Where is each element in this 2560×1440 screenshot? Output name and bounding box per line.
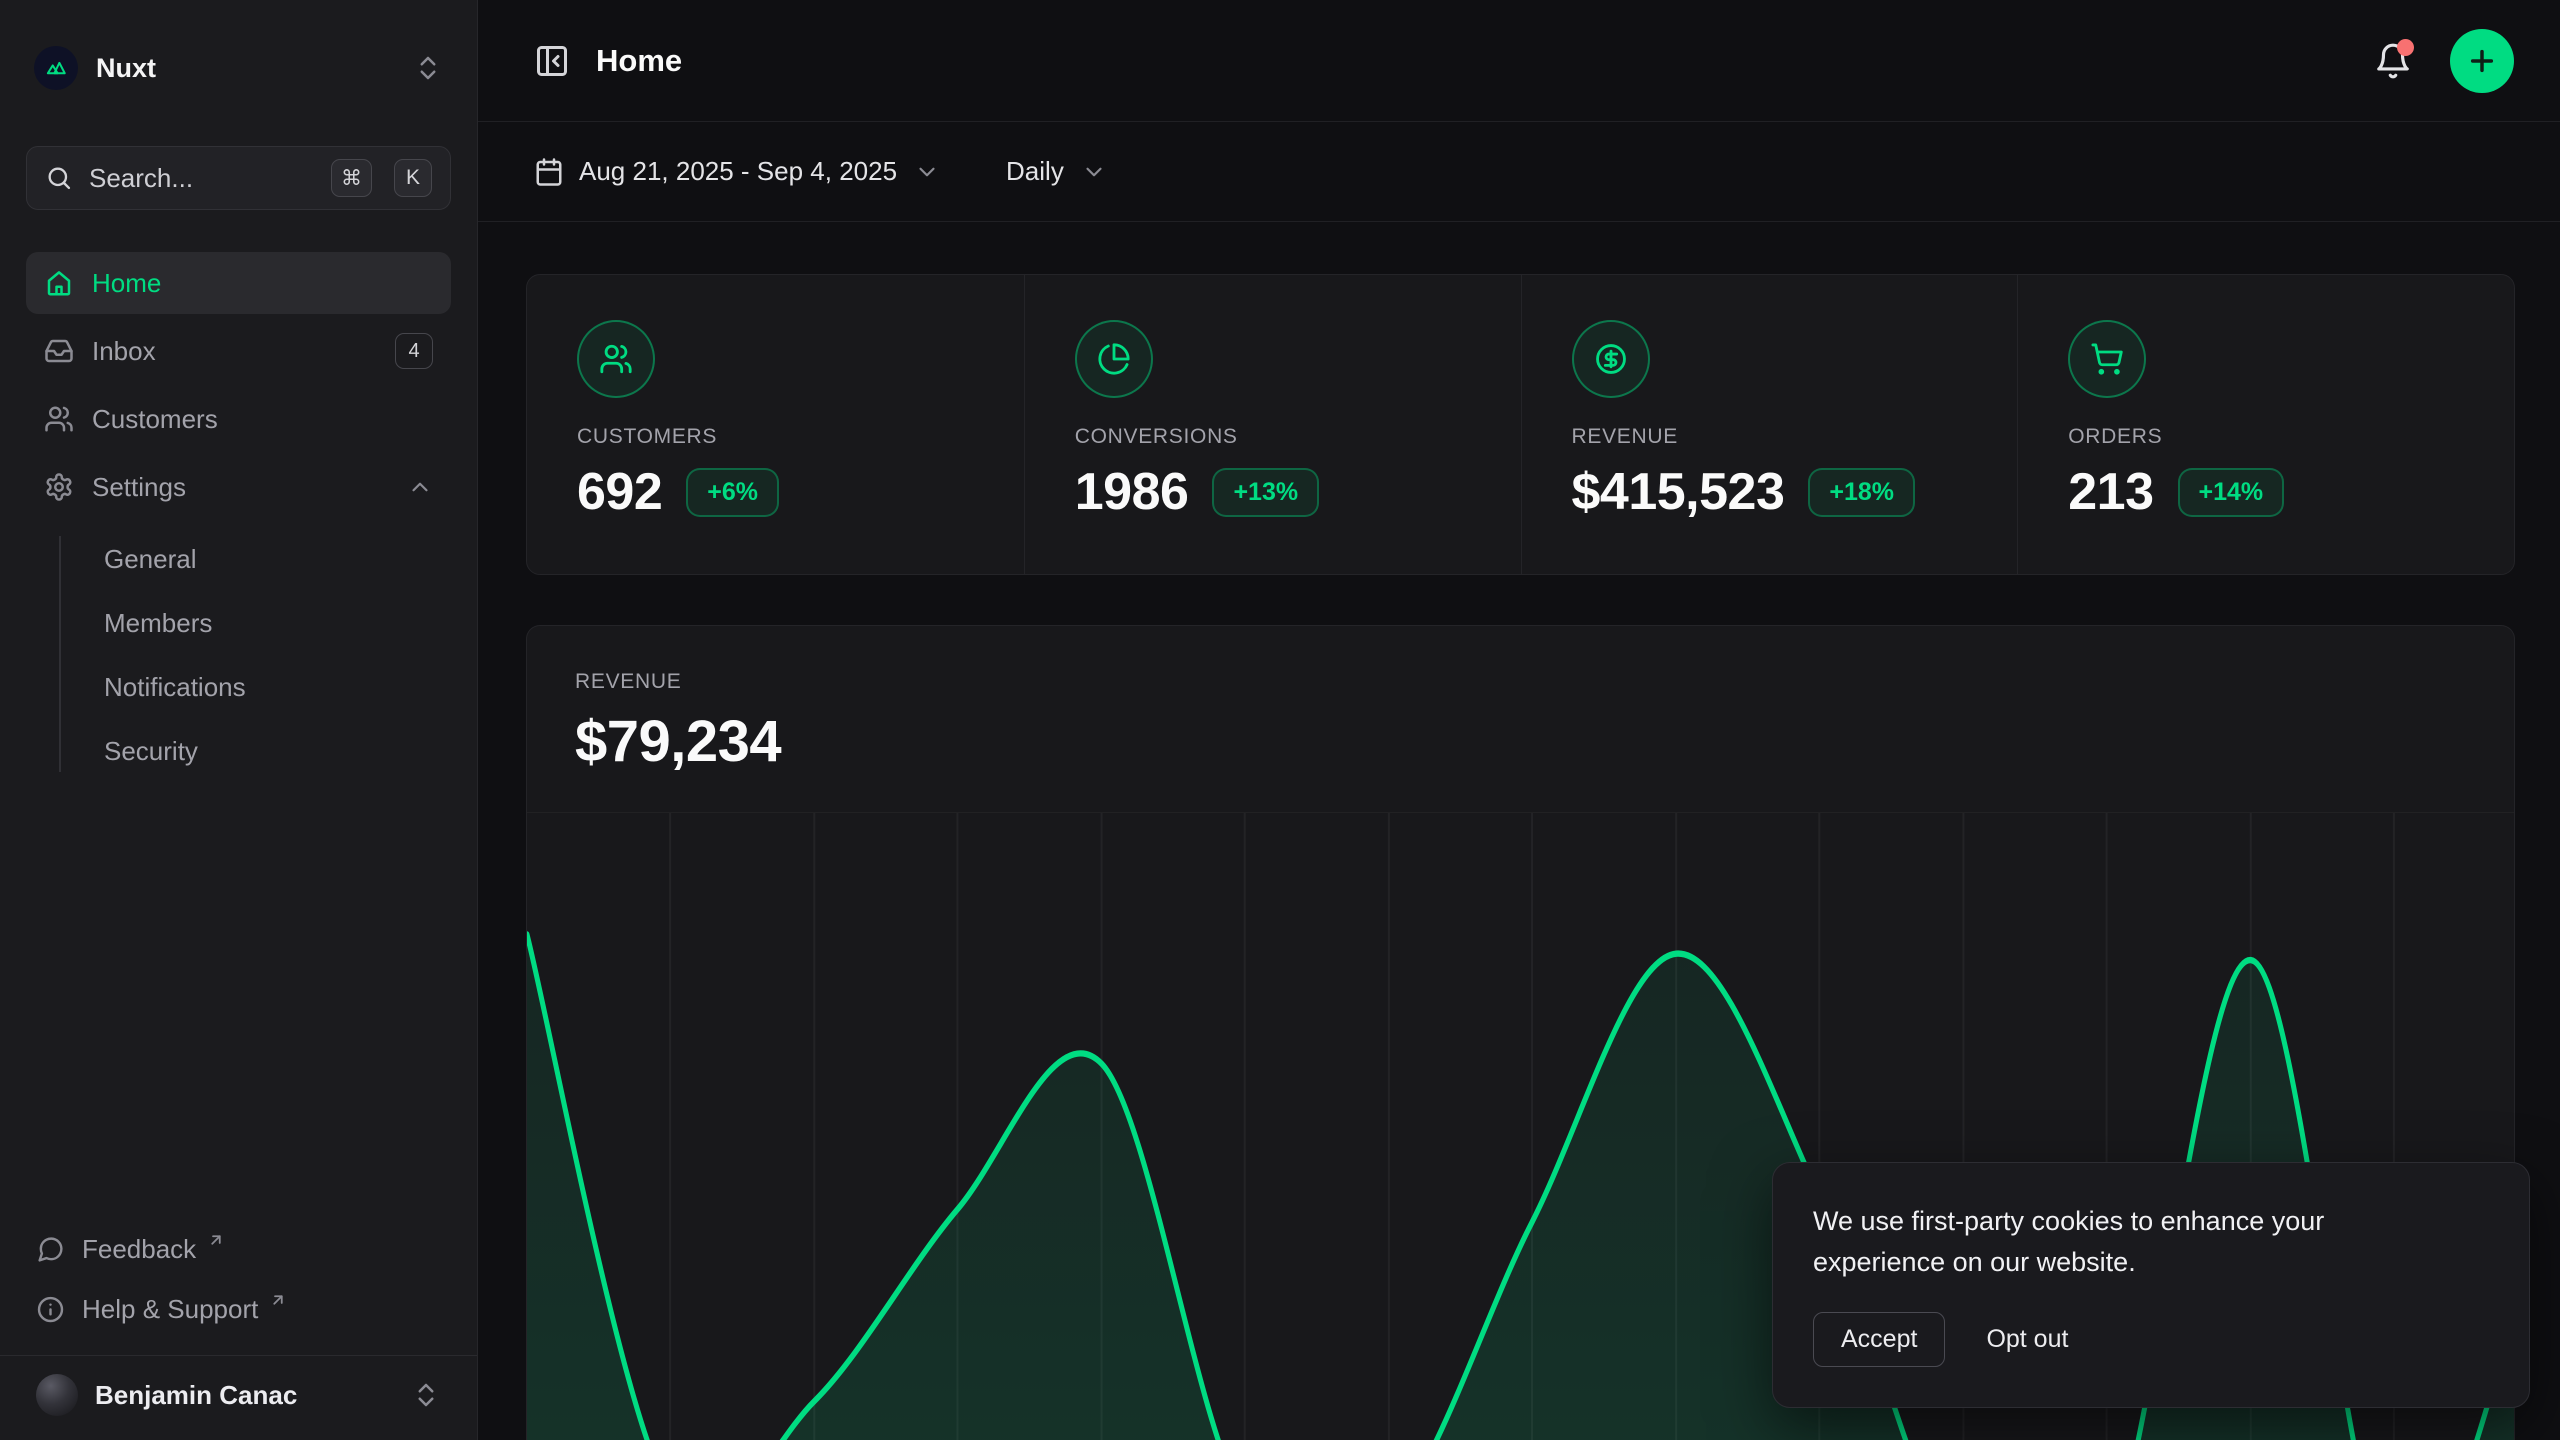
sidebar-footer: Feedback Help & Support Benjamin Canac	[26, 1219, 451, 1440]
chevron-up-icon	[407, 474, 433, 500]
stat-delta-badge: +6%	[686, 468, 779, 517]
nuxt-logo-icon	[34, 46, 78, 90]
gear-icon	[44, 472, 74, 502]
stat-customers[interactable]: CUSTOMERS 692 +6%	[527, 275, 1024, 574]
sidebar-item-help-support[interactable]: Help & Support	[26, 1279, 451, 1339]
revenue-chart-header: REVENUE $79,234	[527, 626, 2514, 775]
stat-conversions[interactable]: CONVERSIONS 1986 +13%	[1024, 275, 1521, 574]
sidebar-item-feedback[interactable]: Feedback	[26, 1219, 451, 1279]
search-input[interactable]	[89, 163, 315, 194]
notifications-button[interactable]	[2374, 42, 2412, 80]
stat-orders[interactable]: ORDERS 213 +14%	[2017, 275, 2514, 574]
stat-value: 213	[2068, 462, 2153, 522]
stats-card: CUSTOMERS 692 +6% CONVERSIONS 1986 +13%	[526, 274, 2515, 575]
stat-value: $415,523	[1572, 462, 1785, 522]
info-circle-icon	[36, 1295, 65, 1324]
subnav-label: General	[104, 544, 197, 575]
sidebar-item-inbox[interactable]: Inbox 4	[26, 320, 451, 382]
panel-left-close-icon[interactable]	[534, 43, 570, 79]
chevron-down-icon	[914, 159, 940, 185]
subnav-label: Security	[104, 736, 198, 767]
cookie-banner: We use first-party cookies to enhance yo…	[1772, 1162, 2530, 1408]
calendar-icon	[534, 157, 564, 187]
stat-delta-badge: +13%	[1212, 468, 1319, 517]
sidebar-item-settings[interactable]: Settings	[26, 456, 451, 518]
granularity-select[interactable]: Daily	[1006, 156, 1107, 187]
stat-value: 692	[577, 462, 662, 522]
sidebar-item-label: Inbox	[92, 336, 156, 367]
sidebar-item-security[interactable]: Security	[104, 720, 451, 782]
sidebar: Nuxt ⌘ K Home Inbox 4	[0, 0, 478, 1440]
stat-value: 1986	[1075, 462, 1189, 522]
granularity-value: Daily	[1006, 156, 1064, 187]
arrow-up-right-icon	[269, 1291, 287, 1309]
settings-subnav: General Members Notifications Security	[26, 528, 451, 782]
sidebar-item-general[interactable]: General	[104, 528, 451, 590]
circle-dollar-icon	[1572, 320, 1650, 398]
shopping-cart-icon	[2068, 320, 2146, 398]
accept-button[interactable]: Accept	[1813, 1312, 1945, 1367]
cookie-message: We use first-party cookies to enhance yo…	[1813, 1201, 2453, 1282]
subnav-label: Members	[104, 608, 212, 639]
avatar	[36, 1374, 78, 1416]
header-actions	[2374, 29, 2514, 93]
stat-label: REVENUE	[1572, 425, 2018, 449]
subnav-label: Notifications	[104, 672, 246, 703]
search-icon	[45, 164, 73, 192]
chevrons-up-down-icon	[413, 53, 443, 83]
workspace-name: Nuxt	[96, 53, 395, 84]
date-range-picker[interactable]: Aug 21, 2025 - Sep 4, 2025	[534, 156, 940, 187]
plus-icon	[2466, 45, 2498, 77]
pie-chart-icon	[1075, 320, 1153, 398]
user-name: Benjamin Canac	[95, 1380, 394, 1411]
search-input-wrapper[interactable]: ⌘ K	[26, 146, 451, 210]
stat-label: CONVERSIONS	[1075, 425, 1521, 449]
message-circle-icon	[36, 1235, 65, 1264]
kbd-k: K	[394, 159, 432, 197]
cookie-actions: Accept Opt out	[1813, 1312, 2489, 1367]
stat-delta-badge: +18%	[1808, 468, 1915, 517]
footer-item-label: Help & Support	[82, 1294, 258, 1325]
sidebar-nav: Home Inbox 4 Customers Settings Ge	[26, 252, 451, 782]
chevron-down-icon	[1081, 159, 1107, 185]
sidebar-item-home[interactable]: Home	[26, 252, 451, 314]
page-title: Home	[596, 43, 682, 79]
footer-item-label: Feedback	[82, 1234, 196, 1265]
inbox-icon	[44, 336, 74, 366]
stat-delta-badge: +14%	[2178, 468, 2285, 517]
kbd-cmd: ⌘	[331, 159, 372, 197]
users-icon	[44, 404, 74, 434]
sidebar-item-label: Home	[92, 268, 161, 299]
sidebar-item-customers[interactable]: Customers	[26, 388, 451, 450]
page-header: Home	[478, 0, 2560, 122]
date-range-value: Aug 21, 2025 - Sep 4, 2025	[579, 156, 897, 187]
stat-label: CUSTOMERS	[577, 425, 1024, 449]
sidebar-item-label: Customers	[92, 404, 218, 435]
users-icon	[577, 320, 655, 398]
house-icon	[44, 268, 74, 298]
sidebar-item-label: Settings	[92, 472, 186, 503]
opt-out-button[interactable]: Opt out	[1959, 1313, 2095, 1366]
inbox-count-badge: 4	[395, 333, 433, 369]
stat-revenue[interactable]: REVENUE $415,523 +18%	[1521, 275, 2018, 574]
arrow-up-right-icon	[207, 1231, 225, 1249]
sidebar-item-members[interactable]: Members	[104, 592, 451, 654]
sidebar-item-notifications[interactable]: Notifications	[104, 656, 451, 718]
stat-label: ORDERS	[2068, 425, 2514, 449]
chart-total-value: $79,234	[575, 708, 2468, 775]
add-button[interactable]	[2450, 29, 2514, 93]
filter-toolbar: Aug 21, 2025 - Sep 4, 2025 Daily	[478, 122, 2560, 222]
chart-label: REVENUE	[575, 670, 2468, 694]
notification-dot	[2397, 39, 2414, 56]
user-menu[interactable]: Benjamin Canac	[0, 1355, 477, 1440]
chevrons-up-down-icon	[411, 1380, 441, 1410]
workspace-switcher[interactable]: Nuxt	[26, 36, 451, 100]
